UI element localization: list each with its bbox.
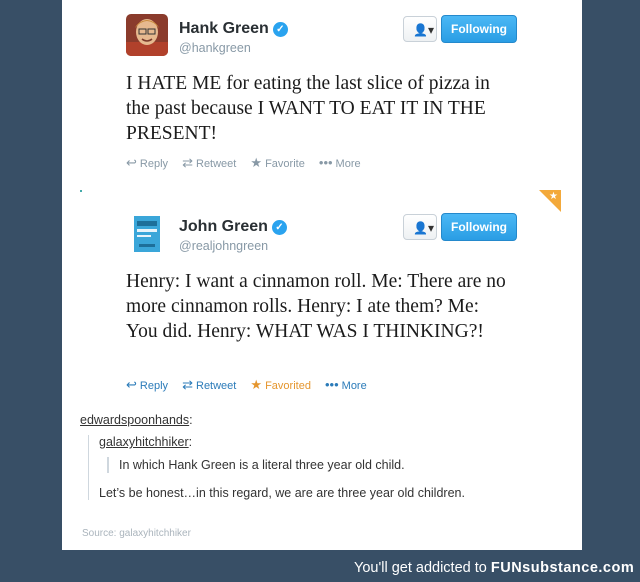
retweet-button[interactable]: ⇄ Retweet [182, 155, 236, 171]
user-dropdown-icon: 👤▾ [413, 221, 434, 235]
retweet-icon: ⇄ [182, 155, 193, 170]
reply-button[interactable]: ↩ Reply [126, 377, 168, 393]
following-button[interactable]: Following [441, 15, 517, 43]
more-button[interactable]: ••• More [319, 155, 361, 170]
user-dropdown-icon: 👤▾ [413, 23, 434, 37]
star-icon: ★ [250, 377, 263, 392]
tweet-actions: ↩ Reply ⇄ Retweet ★ Favorited ••• More [126, 377, 378, 393]
favorited-button[interactable]: ★ Favorited [250, 377, 311, 393]
tumblr-post: Hank Green ✓ @hankgreen 👤▾ Following I HA… [62, 0, 582, 550]
reblog-user-link[interactable]: galaxyhitchhiker [99, 435, 189, 449]
reblog-user-link[interactable]: edwardspoonhands [80, 413, 189, 427]
divider-dot [80, 190, 82, 192]
following-button[interactable]: Following [441, 213, 517, 241]
post-source[interactable]: Source: galaxyhitchhiker [82, 528, 191, 539]
verified-badge-icon: ✓ [272, 22, 288, 37]
user-actions-button[interactable]: 👤▾ [403, 16, 437, 42]
reblog-comment: Let’s be honest…in this regard, we are a… [99, 486, 465, 500]
site-footer: You'll get addicted to FUNsubstance.com [354, 560, 634, 576]
reply-button[interactable]: ↩ Reply [126, 155, 168, 171]
more-dots-icon: ••• [325, 377, 339, 392]
reblog-quote: galaxyhitchhiker: In which Hank Green is… [88, 435, 560, 500]
tweet-text: I HATE ME for eating the last slice of p… [126, 73, 490, 144]
reblog-thread: edwardspoonhands: galaxyhitchhiker: In w… [80, 413, 560, 500]
display-name[interactable]: John Green ✓ [179, 218, 287, 236]
user-handle[interactable]: @hankgreen [179, 41, 251, 55]
user-handle[interactable]: @realjohngreen [179, 239, 268, 253]
reply-icon: ↩ [126, 155, 137, 170]
reply-icon: ↩ [126, 377, 137, 392]
site-logo[interactable]: FUNsubstance.com [491, 560, 634, 576]
user-actions-button[interactable]: 👤▾ [403, 214, 437, 240]
avatar[interactable] [126, 14, 168, 56]
more-dots-icon: ••• [318, 155, 333, 170]
footer-tagline: You'll get addicted to [354, 560, 487, 576]
avatar[interactable] [126, 212, 168, 254]
tweet-actions: ↩ Reply ⇄ Retweet ★ Favorite ••• More [126, 155, 372, 171]
verified-badge-icon: ✓ [271, 220, 287, 235]
more-button[interactable]: ••• More [325, 377, 367, 392]
tweet-text: Henry: I want a cinnamon roll. Me: There… [126, 271, 506, 342]
quoted-comment: In which Hank Green is a literal three y… [107, 457, 560, 473]
tweet-john-green: John Green ✓ @realjohngreen 👤▾ Following … [62, 198, 582, 408]
tweet-hank-green: Hank Green ✓ @hankgreen 👤▾ Following I HA… [62, 0, 582, 182]
favorite-button[interactable]: ★ Favorite [250, 155, 304, 171]
retweet-icon: ⇄ [182, 377, 193, 392]
display-name[interactable]: Hank Green ✓ [179, 20, 288, 38]
retweet-button[interactable]: ⇄ Retweet [182, 377, 236, 393]
star-icon: ★ [250, 155, 263, 170]
